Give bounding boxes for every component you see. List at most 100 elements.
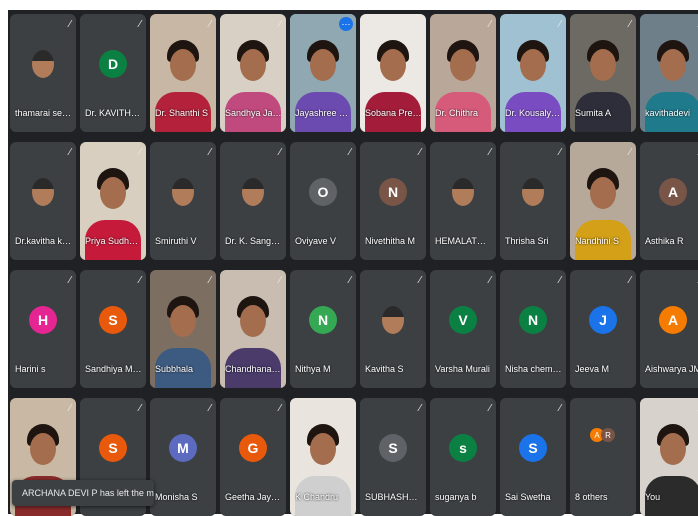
participant-avatar: O — [309, 177, 337, 206]
meeting-notification-toast: ARCHANA DEVI P has left the meeting — [12, 480, 154, 506]
mic-off-icon: ⁄ — [349, 275, 351, 286]
mic-off-icon: ⁄ — [279, 275, 281, 286]
participant-tile[interactable]: ⁄ K Chandru — [290, 398, 356, 516]
participant-name: suganya b — [435, 492, 477, 502]
participant-name: kavithadevi — [645, 108, 691, 118]
mic-off-icon: ⁄ — [139, 275, 141, 286]
participant-name: Jeeva M — [575, 364, 610, 374]
participant-tile[interactable]: ⁄ Thrisha Sri — [500, 142, 566, 260]
participant-tile[interactable]: ⁄ Dr. K. Sangeeth... — [220, 142, 286, 260]
mic-off-icon: ⁄ — [419, 147, 421, 158]
participant-tile[interactable]: N ⁄ Nivethitha M — [360, 142, 426, 260]
participant-avatar: N — [379, 177, 407, 206]
participant-avatar: M — [169, 433, 197, 462]
participant-name: Subbhala — [155, 364, 194, 374]
mic-off-icon: ⁄ — [139, 403, 141, 414]
mini-avatar: R — [601, 428, 615, 442]
participant-tile[interactable]: J ⁄ Jeeva M — [570, 270, 636, 388]
participant-name: Dr. Chithra — [435, 108, 479, 118]
participant-tile[interactable]: H ⁄ Harini s — [10, 270, 76, 388]
mic-off-icon: ⁄ — [279, 19, 281, 30]
participant-name: Priya Sudha K — [85, 236, 142, 246]
participant-avatar: A — [659, 177, 687, 206]
participant-profile-photo — [242, 177, 264, 206]
participant-avatar: S — [519, 433, 547, 462]
participant-tile[interactable]: V ⁄ Varsha Murali — [430, 270, 496, 388]
participant-tile[interactable]: ⁄ thamarai selvan — [10, 14, 76, 132]
participant-name: Dr. K. Sangeeth... — [225, 236, 282, 246]
participant-avatar: S — [99, 433, 127, 462]
participant-name: K Chandru — [295, 492, 339, 502]
participant-tile[interactable]: A⁄Aishwarya JM — [640, 270, 698, 388]
mic-off-icon: ⁄ — [559, 147, 561, 158]
mic-off-icon: ⁄ — [69, 19, 71, 30]
participant-tile[interactable]: ⁄You — [640, 398, 698, 516]
participant-tile[interactable]: M ⁄ Monisha S — [150, 398, 216, 516]
participant-tile[interactable]: ⁄ Nandhini S — [570, 142, 636, 260]
participant-tile[interactable]: ⁄ Smiruthi V — [150, 142, 216, 260]
mic-off-icon: ⁄ — [209, 275, 211, 286]
participant-tile[interactable]: ⁄ HEMALATHA G.B — [430, 142, 496, 260]
participant-name: Kavitha S — [365, 364, 404, 374]
participant-name: Dr. Kousalya R — [505, 108, 562, 118]
participant-tile[interactable]: ⁄kavithadevi — [640, 14, 698, 132]
mic-off-icon: ⁄ — [629, 147, 631, 158]
participant-profile-photo — [172, 177, 194, 206]
mic-off-icon: ⁄ — [419, 275, 421, 286]
participant-tile[interactable]: ⁄ Sobana Premi... — [360, 14, 426, 132]
participant-name: Dr. KAVITHA R. J. — [85, 108, 142, 118]
participant-name: Sobana Premi... — [365, 108, 422, 118]
participant-name: Nivethitha M — [365, 236, 416, 246]
participant-name: Jayashree Gh... — [295, 108, 352, 118]
participant-tile[interactable]: D ⁄ Dr. KAVITHA R. J. — [80, 14, 146, 132]
participant-avatar: S — [99, 305, 127, 334]
participant-tile[interactable]: O ⁄ Oviyave V — [290, 142, 356, 260]
participant-tile[interactable]: ⁄⋯Jayashree Gh... — [290, 14, 356, 132]
mic-off-icon: ⁄ — [559, 275, 561, 286]
participant-name: Thrisha Sri — [505, 236, 549, 246]
participant-tile[interactable]: G ⁄ Geetha Jayara... — [220, 398, 286, 516]
participant-tile[interactable]: S ⁄ Sandhiya Moha... — [80, 270, 146, 388]
participant-profile-photo — [452, 177, 474, 206]
participant-tile[interactable]: s ⁄ suganya b — [430, 398, 496, 516]
participant-avatar: V — [449, 305, 477, 334]
participant-tile[interactable]: A⁄Asthika R — [640, 142, 698, 260]
participant-tile[interactable]: ⁄ Dr. Shanthi S — [150, 14, 216, 132]
participant-name: Nisha chemistry — [505, 364, 562, 374]
toast-text: ARCHANA DEVI P has left the meeting — [22, 488, 154, 498]
participant-tile[interactable]: ⁄ Sumita A — [570, 14, 636, 132]
participant-tile[interactable]: ⁄ Sandhya Jaya... — [220, 14, 286, 132]
participant-avatar: S — [379, 433, 407, 462]
participant-tile[interactable]: AR 8 others — [570, 398, 636, 516]
participant-tile[interactable]: ⁄ Dr.kavitha kum... — [10, 142, 76, 260]
mic-off-icon: ⁄ — [139, 147, 141, 158]
participant-name: Sumita A — [575, 108, 612, 118]
participant-tile[interactable]: S ⁄ Sai Swetha — [500, 398, 566, 516]
mic-off-icon: ⁄ — [559, 19, 561, 30]
participant-name: HEMALATHA G.B — [435, 236, 492, 246]
participant-name: Monisha S — [155, 492, 198, 502]
participant-tile[interactable]: N ⁄ Nithya M — [290, 270, 356, 388]
mic-off-icon: ⁄ — [209, 147, 211, 158]
participant-profile-photo — [32, 49, 54, 78]
participant-tile[interactable]: ⁄ Priya Sudha K — [80, 142, 146, 260]
participant-profile-photo — [32, 177, 54, 206]
more-options-icon[interactable]: ⋯ — [339, 17, 353, 31]
participant-profile-photo — [522, 177, 544, 206]
participant-tile[interactable]: N ⁄ Nisha chemistry — [500, 270, 566, 388]
participant-tile[interactable]: S ⁄ SUBHASHREE A — [360, 398, 426, 516]
participant-tile[interactable]: ⁄ Subbhala — [150, 270, 216, 388]
participant-tile[interactable]: ⁄ Dr. Chithra — [430, 14, 496, 132]
participant-name: Sai Swetha — [505, 492, 551, 502]
mic-off-icon: ⁄ — [489, 19, 491, 30]
participant-tile[interactable]: ⁄ Dr. Kousalya R — [500, 14, 566, 132]
participant-name: Geetha Jayara... — [225, 492, 282, 502]
participant-avatar: G — [239, 433, 267, 462]
participant-name: You — [645, 492, 661, 502]
participant-name: Nandhini S — [575, 236, 620, 246]
mic-off-icon: ⁄ — [69, 147, 71, 158]
mic-off-icon: ⁄ — [629, 19, 631, 30]
participant-name: Harini s — [15, 364, 46, 374]
participant-tile[interactable]: ⁄ Kavitha S — [360, 270, 426, 388]
participant-tile[interactable]: ⁄ Chandhana C... — [220, 270, 286, 388]
